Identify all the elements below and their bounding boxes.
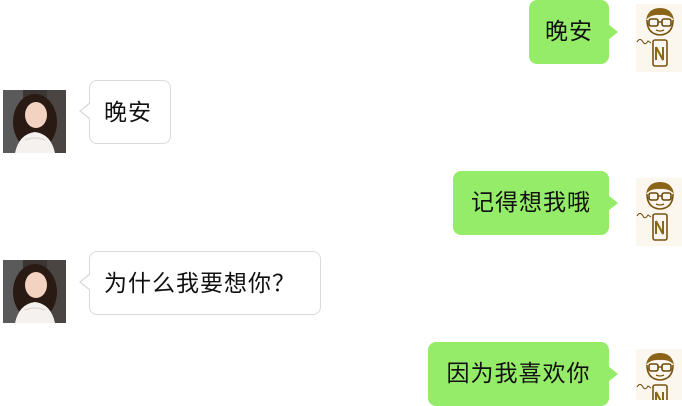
my-avatar-icon[interactable]	[636, 4, 682, 72]
contact-avatar[interactable]	[3, 260, 66, 323]
cartoon-boy-avatar-icon	[636, 4, 682, 72]
my-avatar-icon[interactable]	[636, 349, 682, 400]
chat-window: 晚安 晚安 记得想我哦 为什么我要想你？ 因为我喜欢你	[0, 0, 682, 406]
cartoon-boy-avatar-icon	[636, 349, 682, 400]
message-text: 晚安	[545, 19, 593, 45]
my-avatar-icon[interactable]	[636, 178, 682, 246]
received-message-bubble[interactable]: 为什么我要想你？	[79, 251, 321, 315]
received-message-bubble[interactable]: 晚安	[79, 80, 171, 144]
sent-message-bubble[interactable]: 因为我喜欢你	[428, 342, 618, 406]
woman-photo-avatar	[3, 260, 66, 323]
message-text: 为什么我要想你？	[104, 271, 296, 297]
message-text: 因为我喜欢你	[446, 361, 591, 387]
sent-message-bubble[interactable]: 晚安	[529, 0, 618, 64]
sent-message-bubble[interactable]: 记得想我哦	[453, 171, 618, 235]
message-text: 晚安	[104, 100, 152, 126]
cartoon-boy-avatar-icon	[636, 178, 682, 246]
message-text: 记得想我哦	[471, 190, 591, 216]
contact-avatar[interactable]	[3, 90, 66, 153]
woman-photo-avatar	[3, 90, 66, 153]
